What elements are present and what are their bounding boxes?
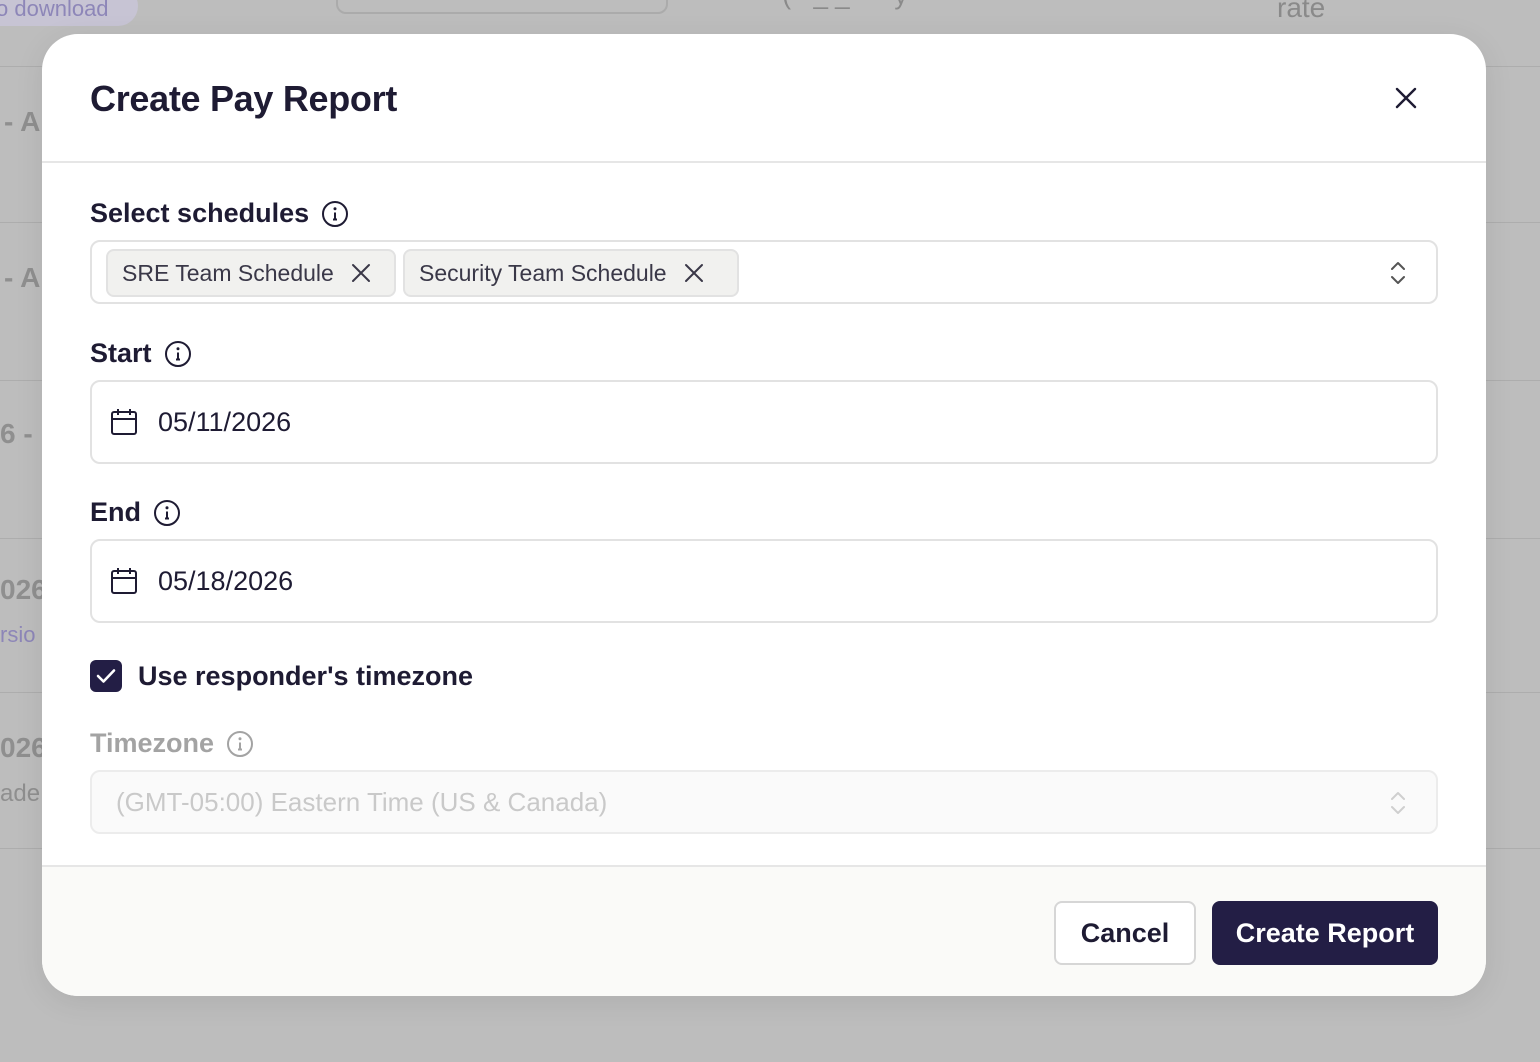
calendar-icon — [110, 567, 138, 595]
info-icon[interactable] — [321, 200, 349, 228]
chevron-up-down-icon — [1391, 262, 1405, 284]
create-pay-report-dialog: Create Pay Report Select schedules SRE T… — [42, 34, 1486, 996]
close-icon — [351, 264, 370, 282]
info-icon[interactable] — [226, 730, 254, 758]
info-icon[interactable] — [153, 499, 181, 527]
cancel-button[interactable]: Cancel — [1054, 901, 1196, 965]
use-responder-timezone-row: Use responder's timezone — [90, 660, 473, 692]
select-schedules-label-text: Select schedules — [90, 198, 310, 228]
schedule-tag-label: SRE Team Schedule — [122, 259, 334, 286]
chevron-up-down-icon — [1391, 792, 1405, 814]
start-label: Start — [90, 338, 192, 369]
start-label-text: Start — [90, 338, 152, 368]
remove-tag-button[interactable] — [348, 260, 374, 286]
background-input — [336, 0, 668, 14]
close-button[interactable] — [1388, 80, 1424, 116]
timezone-select-value: (GMT-05:00) Eastern Time (US & Canada) — [116, 786, 608, 817]
dialog-header: Create Pay Report — [42, 34, 1486, 163]
background-row-text: ade — [0, 780, 41, 807]
end-date-value: 05/18/2026 — [158, 565, 294, 596]
schedules-multiselect[interactable]: SRE Team Schedule Security Team Schedule — [90, 240, 1438, 304]
start-date-value: 05/11/2026 — [158, 406, 292, 437]
use-responder-timezone-checkbox[interactable] — [90, 660, 122, 692]
select-schedules-label: Select schedules — [90, 198, 349, 229]
info-icon[interactable] — [164, 340, 192, 368]
background-rate-header: rate — [1277, 0, 1326, 23]
close-icon — [684, 264, 703, 282]
create-report-button[interactable]: Create Report — [1212, 901, 1438, 965]
end-label-text: End — [90, 497, 141, 527]
end-label: End — [90, 497, 181, 528]
dialog-title: Create Pay Report — [90, 78, 398, 119]
close-icon — [1395, 87, 1417, 109]
timezone-label: Timezone — [90, 728, 254, 759]
background-row-link: rsio — [0, 622, 36, 647]
timezone-select: (GMT-05:00) Eastern Time (US & Canada) — [90, 770, 1438, 834]
dialog-footer: Cancel Create Report — [42, 865, 1486, 996]
download-link: o download — [0, 0, 109, 21]
background-row-text: 026 — [0, 574, 47, 605]
end-date-input[interactable]: 05/18/2026 — [90, 539, 1438, 623]
calendar-icon — [110, 408, 138, 436]
background-column-text: ~ ( ~_ _ ~ ~y ~ ~ — [760, 0, 952, 11]
use-responder-timezone-label[interactable]: Use responder's timezone — [138, 661, 473, 692]
schedule-tag: SRE Team Schedule — [106, 249, 396, 297]
background-row-text: 026 — [0, 732, 47, 763]
schedule-tag: Security Team Schedule — [403, 249, 739, 297]
remove-tag-button[interactable] — [681, 260, 707, 286]
start-date-input[interactable]: 05/11/2026 — [90, 380, 1438, 464]
checkmark-icon — [96, 669, 116, 683]
timezone-label-text: Timezone — [90, 728, 215, 758]
schedule-tag-label: Security Team Schedule — [419, 259, 667, 286]
